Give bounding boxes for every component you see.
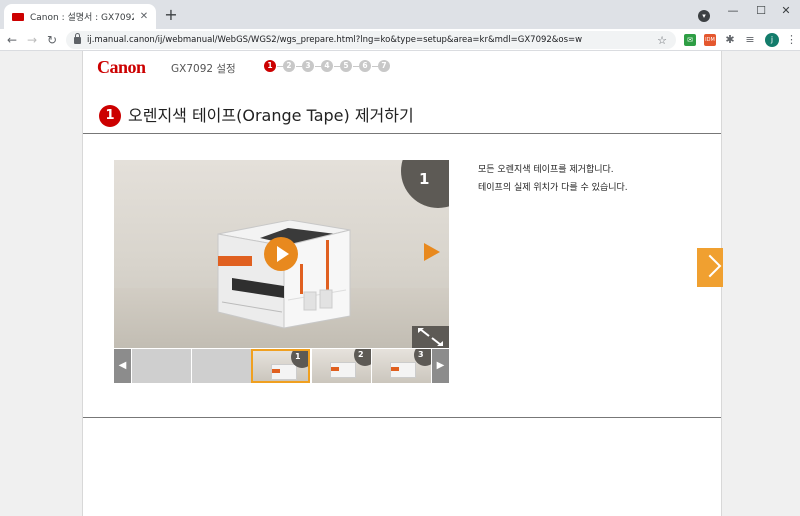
step-6[interactable]: 6: [359, 60, 371, 72]
description-line: 모든 오렌지색 테이프를 제거합니다.: [478, 165, 614, 175]
maximize-button[interactable]: ☐: [747, 2, 775, 20]
video-player[interactable]: 1: [114, 160, 449, 348]
step-separator: [314, 65, 321, 67]
url-text[interactable]: ij.manual.canon/ij/webmanual/WebGS/WGS2/…: [87, 35, 656, 45]
step-separator: [352, 65, 359, 67]
browser-tabstrip: Canon : 설명서 : GX7092 : 설정 ✕ + ▾ — ☐ ✕: [0, 0, 800, 29]
step-5[interactable]: 5: [340, 60, 352, 72]
thumbnail-next-button[interactable]: ▶: [432, 349, 449, 383]
profile-avatar[interactable]: j: [765, 33, 779, 47]
section-number-badge: 1: [99, 105, 121, 127]
thumbnail-number-badge: 3: [414, 349, 431, 366]
forward-button[interactable]: →: [24, 32, 40, 48]
bookmark-star-icon[interactable]: ☆: [656, 34, 668, 47]
back-button[interactable]: ←: [4, 32, 20, 48]
play-button[interactable]: [264, 237, 298, 271]
step-separator: [276, 65, 283, 67]
thumbnail-number-badge: 1: [291, 351, 308, 368]
thumbnail-blank[interactable]: [132, 349, 191, 383]
step-7[interactable]: 7: [378, 60, 390, 72]
step-separator: [371, 65, 378, 67]
step-1[interactable]: 1: [264, 60, 276, 72]
reading-list-icon[interactable]: ≡: [744, 34, 756, 46]
thumbnail-2[interactable]: 2: [312, 349, 371, 383]
section-title: 오렌지색 테이프(Orange Tape) 제거하기: [128, 106, 414, 125]
thumbnail-strip: ◀ 1 2 3 ▶: [114, 349, 449, 383]
browser-menu-icon[interactable]: ⋮: [786, 33, 797, 47]
thumbnail-1[interactable]: 1: [251, 349, 310, 383]
step-description: 모든 오렌지색 테이프를 제거합니다. 테이프의 실제 위치가 다를 수 있습니…: [478, 161, 628, 197]
slide-number: 1: [419, 170, 430, 188]
extension-mail-icon[interactable]: ✉: [684, 34, 696, 46]
step-4[interactable]: 4: [321, 60, 333, 72]
next-page-button[interactable]: [697, 248, 723, 287]
close-tab-icon[interactable]: ✕: [138, 11, 150, 22]
step-3[interactable]: 3: [302, 60, 314, 72]
expand-arrows-icon: [418, 328, 443, 346]
thumbnail-number: 3: [418, 350, 424, 359]
thumbnail-prev-button[interactable]: ◀: [114, 349, 131, 383]
step-separator: [333, 65, 340, 67]
tab-search-icon[interactable]: ▾: [698, 10, 710, 22]
extensions-puzzle-icon[interactable]: ✱: [724, 34, 736, 46]
video-next-arrow-icon[interactable]: [424, 243, 440, 261]
thumbnail-printer-image: [271, 364, 297, 380]
description-line: 테이프의 실제 위치가 다를 수 있습니다.: [478, 183, 628, 193]
divider: [83, 133, 721, 134]
manual-page: Canon GX7092 설정 1 2 3 4 5 6 7 1 오렌지색 테이프…: [82, 51, 723, 516]
thumbnail-blank[interactable]: [192, 349, 251, 383]
thumbnail-number: 2: [358, 350, 364, 359]
model-label: GX7092 설정: [171, 63, 236, 75]
fullscreen-button[interactable]: [412, 326, 449, 348]
step-2[interactable]: 2: [283, 60, 295, 72]
thumbnail-printer-image: [330, 362, 356, 378]
thumbnail-number-badge: 2: [354, 349, 371, 366]
step-indicator: 1 2 3 4 5 6 7: [264, 60, 390, 72]
thumbnail-printer-image: [390, 362, 416, 378]
browser-toolbar: ← → ↻ ij.manual.canon/ij/webmanual/WebGS…: [0, 29, 800, 51]
tab-title: Canon : 설명서 : GX7092 : 설정: [30, 13, 134, 23]
address-bar[interactable]: ij.manual.canon/ij/webmanual/WebGS/WGS2/…: [66, 31, 676, 49]
reload-button[interactable]: ↻: [44, 32, 60, 48]
slide-number-badge: 1: [401, 160, 449, 208]
step-separator: [295, 65, 302, 67]
canon-favicon-icon: [12, 12, 24, 21]
thumbnail-3[interactable]: 3: [372, 349, 431, 383]
browser-tab[interactable]: Canon : 설명서 : GX7092 : 설정 ✕: [4, 4, 156, 29]
extension-idm-icon[interactable]: IDM: [704, 34, 716, 46]
divider: [83, 417, 721, 418]
new-tab-button[interactable]: +: [162, 6, 180, 24]
thumbnail-number: 1: [295, 352, 301, 361]
minimize-button[interactable]: —: [719, 2, 747, 20]
lock-icon[interactable]: [74, 32, 81, 44]
canon-logo[interactable]: Canon: [97, 57, 146, 78]
close-window-button[interactable]: ✕: [772, 2, 800, 20]
